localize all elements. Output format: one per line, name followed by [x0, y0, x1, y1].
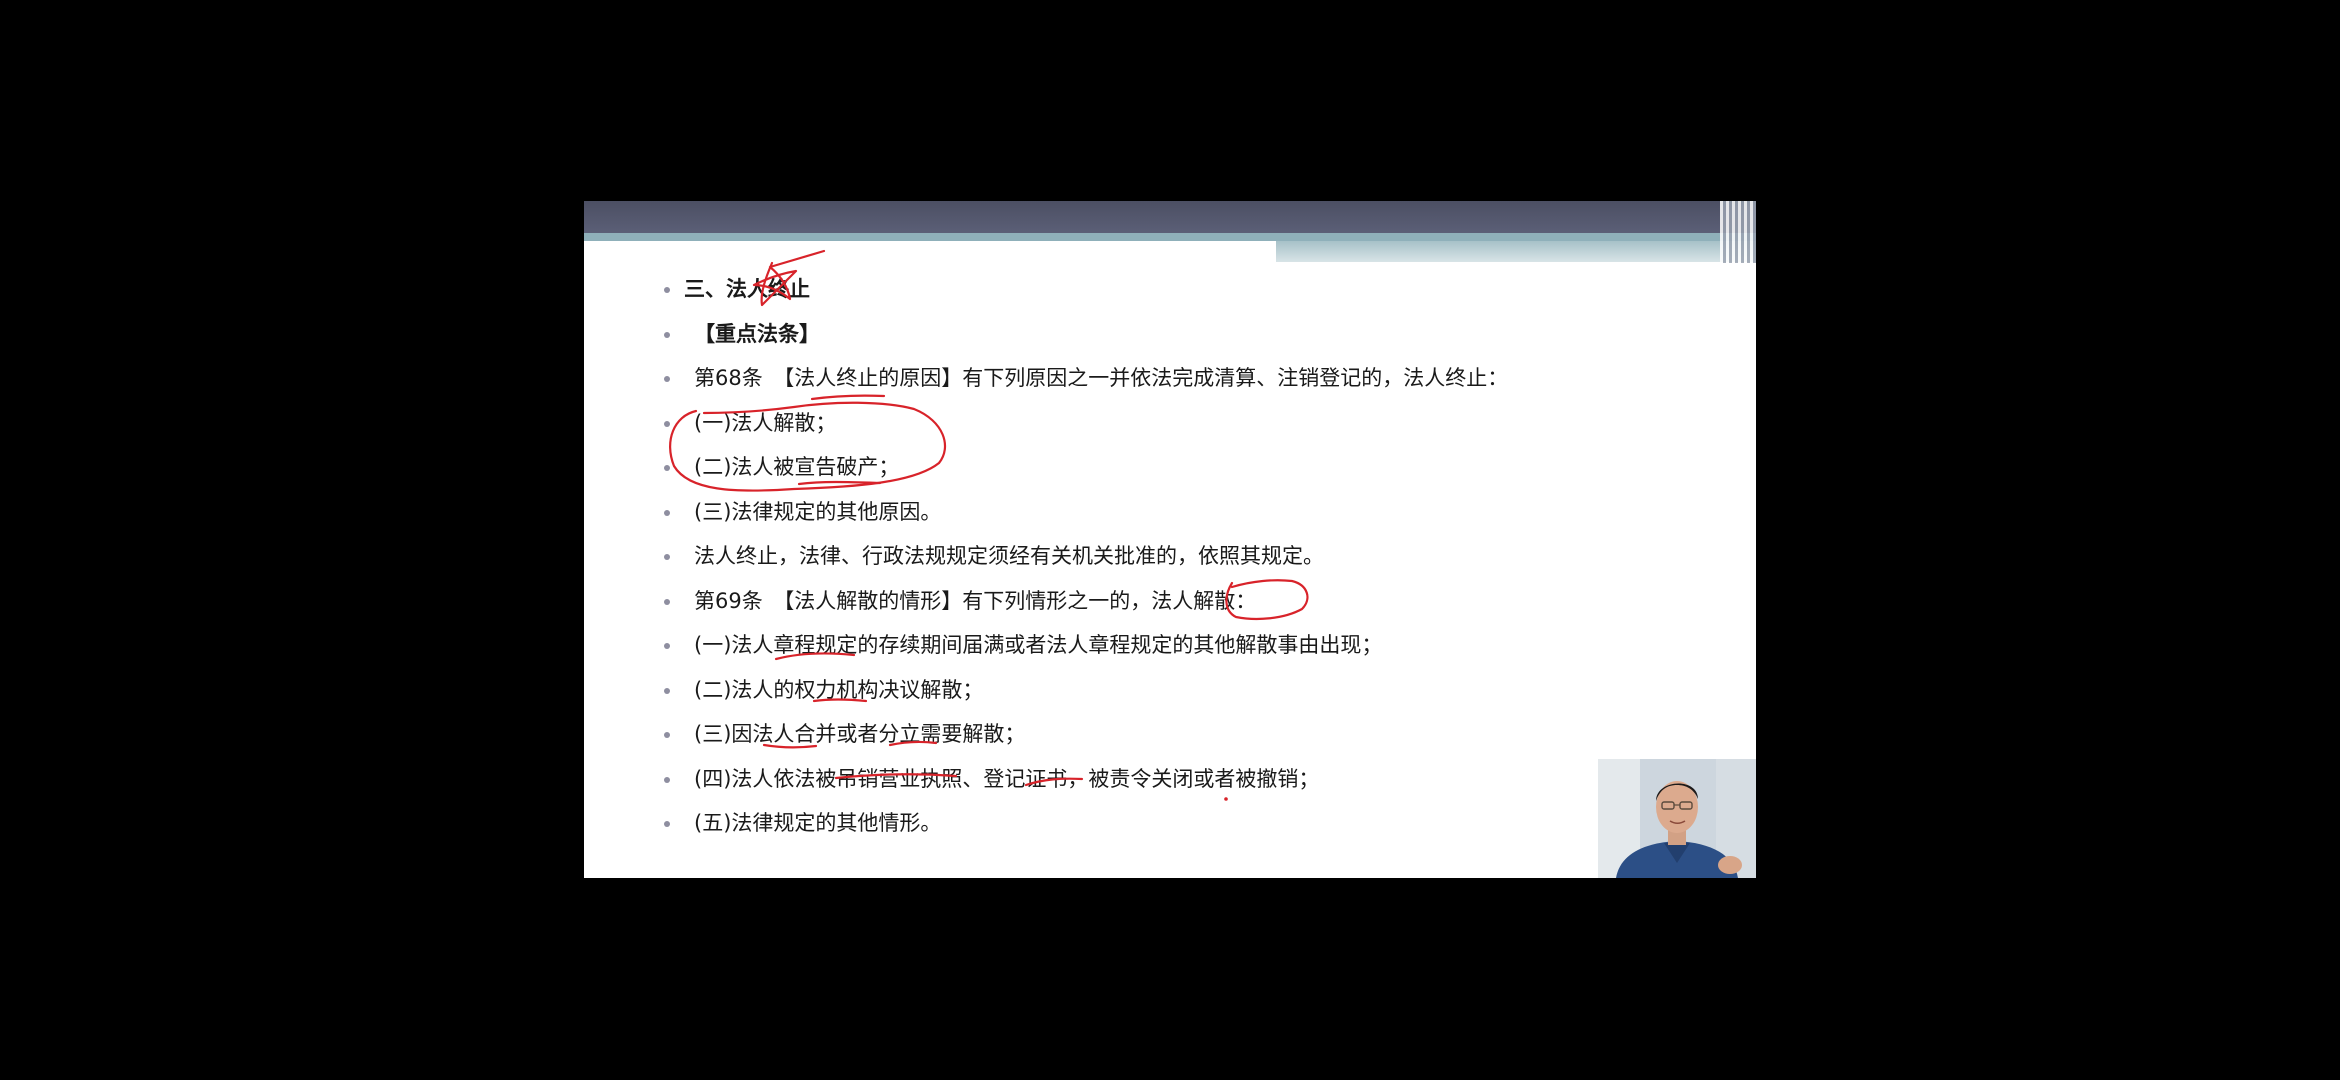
header-dark-bar — [584, 201, 1756, 233]
bullet-icon — [664, 732, 670, 738]
list-item-text: 三、法人终止 — [684, 277, 810, 301]
presentation-slide: 三、法人终止 【重点法条】 第68条 【法人终止的原因】有下列原因之一并依法完成… — [584, 201, 1756, 878]
list-item: (一)法人解散； — [664, 401, 1704, 446]
list-item-text: 法人终止，法律、行政法规规定须经有关机关批准的，依照其规定。 — [694, 544, 1324, 568]
list-item-text: (一)法人章程规定的存续期间届满或者法人章程规定的其他解散事由出现； — [694, 633, 1383, 657]
header-teal-bar — [584, 233, 1756, 241]
list-item-text: (二)法人被宣告破产； — [694, 455, 900, 479]
slide-header-band — [584, 201, 1756, 263]
bullet-icon — [664, 554, 670, 560]
list-item: (四)法人依法被吊销营业执照、登记证书，被责令关闭或者被撤销； — [664, 757, 1704, 802]
screen: 三、法人终止 【重点法条】 第68条 【法人终止的原因】有下列原因之一并依法完成… — [0, 0, 2340, 1080]
list-item-text: (四)法人依法被吊销营业执照、登记证书，被责令关闭或者被撤销； — [694, 766, 1320, 791]
list-item: (一)法人章程规定的存续期间届满或者法人章程规定的其他解散事由出现； — [664, 623, 1704, 668]
list-item-text: (一)法人解散； — [694, 410, 837, 435]
list-item: 第69条 【法人解散的情形】有下列情形之一的，法人解散： — [664, 579, 1704, 624]
list-item: 第68条 【法人终止的原因】有下列原因之一并依法完成清算、注销登记的，法人终止： — [664, 356, 1704, 401]
bullet-icon — [664, 598, 670, 605]
presenter-webcam — [1598, 759, 1756, 878]
bullet-icon — [664, 420, 670, 427]
bullet-icon — [664, 331, 670, 338]
list-item-text: (五)法律规定的其他情形。 — [694, 811, 942, 835]
header-teal-accent — [1276, 241, 1756, 262]
bullet-icon — [664, 687, 670, 694]
bullet-icon — [664, 287, 670, 293]
list-item: 三、法人终止 — [664, 267, 1704, 312]
bullet-icon — [664, 509, 670, 516]
list-item-text: (三)因法人合并或者分立需要解散； — [694, 722, 1026, 746]
list-item: (五)法律规定的其他情形。 — [664, 801, 1704, 846]
header-stripes — [1720, 201, 1756, 263]
bullet-icon — [664, 376, 670, 382]
list-item-text: (三)法律规定的其他原因。 — [694, 499, 942, 524]
presenter-video-icon — [1598, 759, 1756, 878]
list-item: (三)法律规定的其他原因。 — [664, 490, 1704, 535]
list-item-text: 【重点法条】 — [694, 321, 820, 346]
bullet-icon — [664, 643, 670, 649]
list-item-text: 第69条 【法人解散的情形】有下列情形之一的，法人解散： — [694, 588, 1257, 613]
list-item: (二)法人被宣告破产； — [664, 445, 1704, 490]
bullet-icon — [664, 776, 670, 783]
list-item: 法人终止，法律、行政法规规定须经有关机关批准的，依照其规定。 — [664, 534, 1704, 579]
bullet-icon — [664, 821, 670, 827]
list-item: 【重点法条】 — [664, 312, 1704, 357]
list-item-text: (二)法人的权力机构决议解散； — [694, 677, 984, 702]
list-item: (二)法人的权力机构决议解散； — [664, 668, 1704, 713]
slide-content-list: 三、法人终止 【重点法条】 第68条 【法人终止的原因】有下列原因之一并依法完成… — [664, 267, 1704, 846]
bullet-icon — [664, 465, 670, 471]
list-item-text: 第68条 【法人终止的原因】有下列原因之一并依法完成清算、注销登记的，法人终止： — [694, 366, 1509, 390]
list-item: (三)因法人合并或者分立需要解散； — [664, 712, 1704, 757]
